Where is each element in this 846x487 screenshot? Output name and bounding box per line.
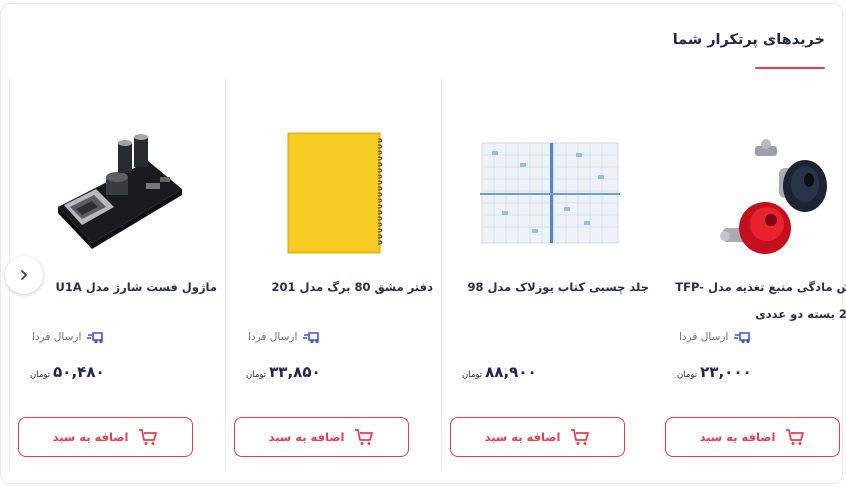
product-image[interactable] [244, 119, 424, 267]
carousel-next-button[interactable] [5, 256, 43, 294]
notebook-image [287, 132, 383, 254]
product-card[interactable]: فیش مادگی منبع تغذیه مدل TFP-2CH بسته دو… [657, 77, 846, 469]
cart-icon [355, 429, 374, 445]
charger-module-image [58, 134, 182, 249]
product-card[interactable]: جلد چسبی کتاب یوزلاک مدل 98 تومان ۸۸,۹۰۰… [441, 77, 657, 469]
shipping-info: ارسال فردا [248, 330, 321, 344]
shipping-label: ارسال فردا [679, 331, 729, 343]
price-value: ۸۸,۹۰۰ [485, 363, 537, 381]
cart-icon [139, 429, 158, 445]
shipping-label: ارسال فردا [248, 331, 298, 343]
fast-delivery-icon [734, 332, 751, 344]
product-price: تومان ۳۳,۸۵۰ [246, 363, 321, 381]
product-price: تومان ۲۳,۰۰۰ [677, 363, 752, 381]
add-to-cart-button[interactable]: اضافه به سبد [18, 417, 193, 457]
product-carousel: فیش مادگی منبع تغذیه مدل TFP-2CH بسته دو… [9, 77, 846, 469]
product-name[interactable]: جلد چسبی کتاب یوزلاک مدل 98 [460, 274, 649, 301]
fast-delivery-icon [87, 332, 104, 344]
product-card[interactable]: دفتر مشق 80 برگ مدل 201 ارسال فردا تومان… [225, 77, 441, 469]
product-image[interactable] [460, 119, 640, 267]
cart-icon [571, 429, 590, 445]
fast-delivery-icon [303, 332, 320, 344]
add-to-cart-button[interactable]: اضافه به سبد [234, 417, 409, 457]
chevron-right-icon [21, 270, 27, 280]
product-name[interactable]: ماژول فست شارژ مدل U1A [28, 274, 217, 301]
product-image[interactable] [28, 119, 208, 267]
banana-socket-image [720, 139, 827, 254]
add-to-cart-button[interactable]: اضافه به سبد [665, 417, 840, 457]
price-value: ۲۳,۰۰۰ [700, 363, 752, 381]
price-value: ۵۰,۴۸۰ [53, 363, 105, 381]
product-name[interactable]: فیش مادگی منبع تغذیه مدل TFP-2CH بسته دو… [675, 274, 846, 328]
currency-label: تومان [462, 370, 483, 380]
add-to-cart-button[interactable]: اضافه به سبد [450, 417, 625, 457]
product-image[interactable] [675, 119, 846, 267]
currency-label: تومان [30, 370, 51, 380]
currency-label: تومان [677, 370, 698, 380]
add-to-cart-label: اضافه به سبد [268, 430, 345, 444]
product-price: تومان ۸۸,۹۰۰ [462, 363, 537, 381]
shipping-label: ارسال فردا [32, 331, 82, 343]
book-cover-film-image [480, 142, 620, 244]
title-underline [755, 67, 825, 69]
add-to-cart-label: اضافه به سبد [484, 430, 561, 444]
shipping-info: ارسال فردا [679, 330, 752, 344]
price-value: ۳۳,۸۵۰ [269, 363, 321, 381]
add-to-cart-label: اضافه به سبد [52, 430, 129, 444]
product-price: تومان ۵۰,۴۸۰ [30, 363, 105, 381]
shipping-info: ارسال فردا [32, 330, 105, 344]
product-name[interactable]: دفتر مشق 80 برگ مدل 201 [244, 274, 433, 301]
cart-icon [786, 429, 805, 445]
section-title: خریدهای پرتکرار شما [672, 32, 825, 48]
currency-label: تومان [246, 370, 267, 380]
add-to-cart-label: اضافه به سبد [699, 430, 776, 444]
